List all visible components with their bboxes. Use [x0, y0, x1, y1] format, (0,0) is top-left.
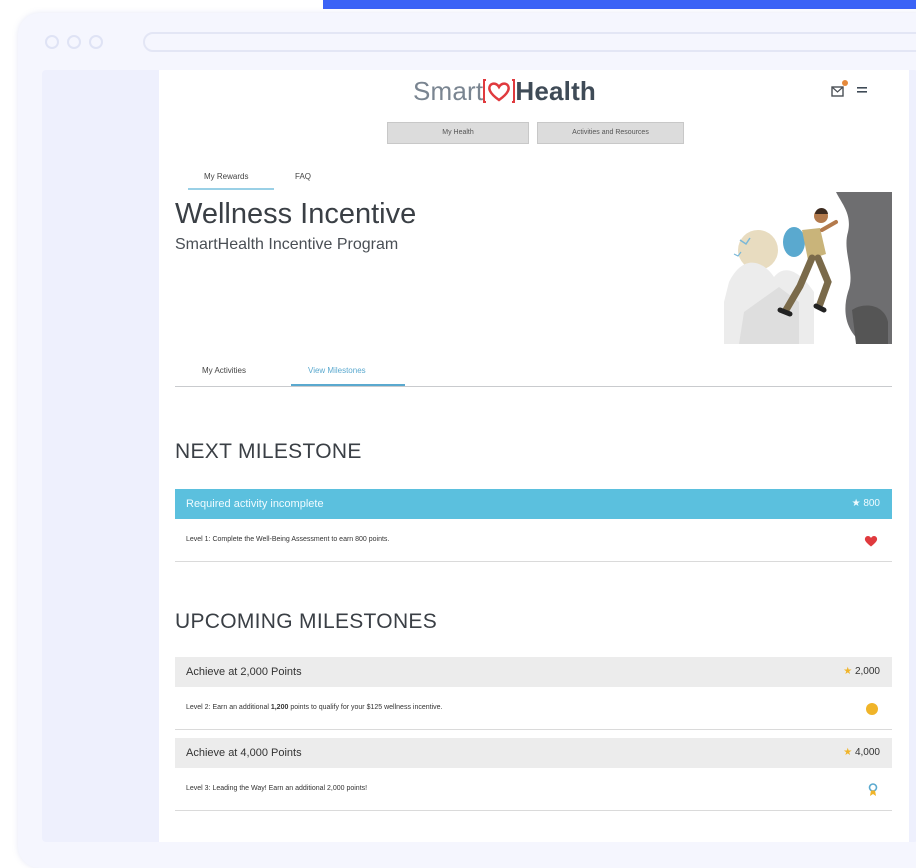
milestone-points: ★ 800 — [852, 489, 880, 519]
milestone-description: Level 1: Complete the Well-Being Assessm… — [186, 536, 390, 543]
milestone-header: Achieve at 2,000 Points ★ 2,000 — [175, 657, 892, 687]
star-icon: ★ — [851, 498, 861, 509]
milestone-header: Achieve at 4,000 Points ★ 4,000 — [175, 738, 892, 768]
hamburger-menu-icon[interactable] — [856, 83, 868, 99]
heart-icon — [864, 519, 878, 561]
next-milestone-card: Required activity incomplete ★ 800 Level… — [175, 489, 892, 562]
window-dot-close[interactable] — [45, 35, 59, 49]
window-dot-maximize[interactable] — [89, 35, 103, 49]
page-title: Wellness Incentive — [175, 198, 417, 230]
next-milestone-body: Level 1: Complete the Well-Being Assessm… — [175, 519, 892, 561]
milestone-status: Required activity incomplete — [186, 498, 324, 510]
milestone-points: ★ 4,000 — [843, 738, 880, 768]
browser-window: Smart Health My Health Activities and Res… — [18, 13, 916, 868]
tab-view-milestones-underline — [291, 384, 405, 386]
milestone-points-value: 800 — [863, 498, 880, 509]
logo-text-health: Health — [515, 76, 597, 106]
next-milestone-heading: NEXT MILESTONE — [175, 440, 362, 463]
milestone-description-post: points to qualify for your $125 wellness… — [288, 704, 443, 711]
subtab-divider — [175, 386, 892, 387]
milestone-title: Achieve at 2,000 Points — [186, 666, 302, 678]
coin-icon — [866, 687, 878, 729]
milestone-card: Achieve at 4,000 Points ★ 4,000 Level 3:… — [175, 738, 892, 811]
nav-my-health-button[interactable]: My Health — [387, 122, 529, 144]
milestone-points-value: 4,000 — [854, 747, 880, 758]
tab-my-rewards-underline — [188, 188, 274, 190]
star-icon: ★ — [843, 666, 853, 677]
address-bar[interactable] — [143, 32, 916, 52]
page-subtitle: SmartHealth Incentive Program — [175, 236, 399, 253]
next-milestone-header: Required activity incomplete ★ 800 — [175, 489, 892, 519]
milestone-title: Achieve at 4,000 Points — [186, 747, 302, 759]
window-dot-minimize[interactable] — [67, 35, 81, 49]
milestone-body: Level 3: Leading the Way! Earn an additi… — [175, 768, 892, 810]
climber-illustration — [724, 192, 892, 344]
star-icon: ★ — [843, 747, 853, 758]
milestone-body: Level 2: Earn an additional 1,200 points… — [175, 687, 892, 729]
logo-text-smart: Smart — [413, 76, 484, 106]
smarthealth-logo[interactable]: Smart Health — [413, 76, 596, 107]
mail-notification-icon[interactable] — [831, 84, 845, 100]
tab-my-rewards[interactable]: My Rewards — [204, 172, 248, 181]
top-accent-bar — [323, 0, 916, 9]
browser-viewport: Smart Health My Health Activities and Res… — [42, 70, 916, 842]
upcoming-milestones-heading: UPCOMING MILESTONES — [175, 610, 438, 633]
milestone-description-points: 1,200 — [270, 704, 289, 711]
nav-activities-resources-button[interactable]: Activities and Resources — [537, 122, 684, 144]
tab-my-activities[interactable]: My Activities — [202, 366, 246, 375]
logo-heart-icon — [483, 78, 516, 104]
award-ribbon-icon — [868, 768, 878, 810]
tab-faq[interactable]: FAQ — [295, 172, 311, 181]
milestone-points-value: 2,000 — [854, 666, 880, 677]
milestone-card: Achieve at 2,000 Points ★ 2,000 Level 2:… — [175, 657, 892, 730]
notification-badge — [842, 80, 848, 86]
smarthealth-page: Smart Health My Health Activities and Res… — [159, 70, 909, 842]
milestone-description: Level 3: Leading the Way! Earn an additi… — [186, 785, 368, 792]
milestone-points: ★ 2,000 — [843, 657, 880, 687]
tab-view-milestones[interactable]: View Milestones — [308, 366, 366, 375]
milestone-description-pre: Level 2: Earn an additional — [186, 704, 271, 711]
